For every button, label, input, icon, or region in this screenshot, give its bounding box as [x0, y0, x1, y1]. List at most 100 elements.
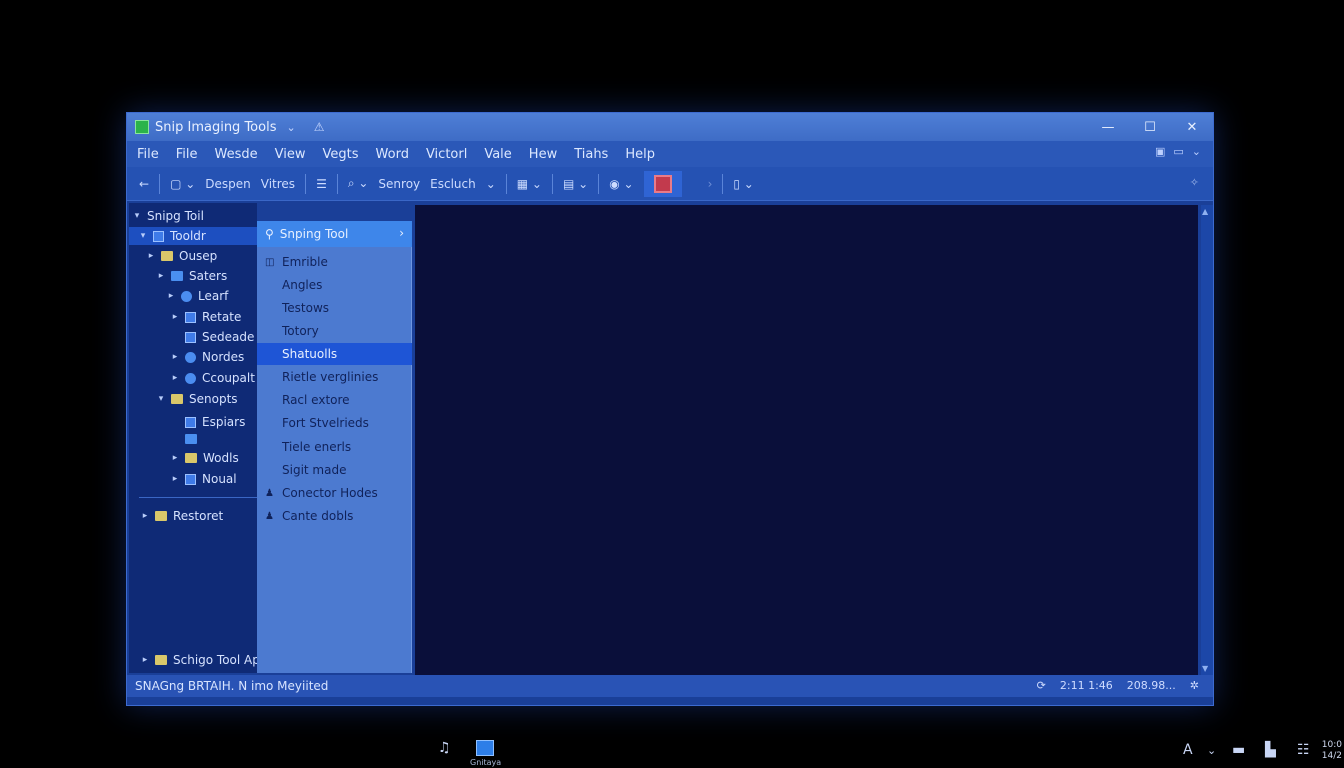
flyout-item[interactable]: ♟ Cante dobls — [257, 505, 412, 527]
toolbar-label-vitres[interactable]: Vitres — [261, 177, 295, 191]
menu-vale[interactable]: Vale — [484, 147, 511, 162]
flyout-item[interactable]: Tiele enerls — [257, 436, 412, 458]
flyout-item-highlighted[interactable]: Shatuolls — [257, 343, 412, 365]
folder-tree: ▾ Snipg Toil ▾ Tooldr ▸ Ousep ▸ Saters ▸ Lear… — [129, 203, 257, 673]
toolbar-label-despen[interactable]: Despen — [205, 177, 250, 191]
tree-item[interactable]: ▾ Senopts — [157, 390, 238, 408]
dropdown-chevron-icon[interactable]: ⌄ — [486, 177, 496, 191]
menu-word[interactable]: Word — [376, 147, 409, 162]
toolbar-separator — [305, 173, 307, 194]
toolbar-separator — [598, 173, 600, 194]
tree-item[interactable]: ▾ Snipg Toil — [133, 207, 204, 225]
flyout-item[interactable]: Totory — [257, 320, 412, 342]
forward-arrow-icon[interactable]: › — [708, 177, 713, 191]
flyout-item[interactable]: Sigit made — [257, 459, 412, 481]
menu-hew[interactable]: Hew — [529, 147, 557, 162]
menu-vegts[interactable]: Vegts — [323, 147, 359, 162]
link-icon: ⚲ — [265, 227, 274, 241]
screen-icon[interactable]: ▤ ⌄ — [563, 177, 588, 191]
tree-item[interactable]: ▸ Saters — [157, 267, 228, 285]
flyout-item[interactable]: Rietle verglinies — [257, 366, 412, 388]
tree-item[interactable]: ▸ Nordes — [171, 348, 245, 366]
font-icon[interactable]: A — [1183, 742, 1193, 758]
tree-item[interactable]: Espiars — [171, 413, 245, 431]
canvas-area[interactable] — [415, 205, 1198, 675]
back-arrow-icon[interactable]: ← — [139, 177, 149, 191]
app-window: Snip Imaging Tools ⌄ ⚠ — ☐ ✕ File File W… — [126, 112, 1214, 706]
menu-help[interactable]: Help — [625, 147, 655, 162]
scroll-up-icon[interactable]: ▲ — [1202, 207, 1208, 216]
person-icon: ♟ — [265, 487, 274, 499]
panel-icon[interactable]: ▣ — [1155, 145, 1165, 158]
folder-icon — [171, 394, 183, 404]
menu-victorl[interactable]: Victorl — [426, 147, 467, 162]
chevron-right-icon: › — [399, 226, 404, 240]
tree-item-bottom[interactable]: ▸ Schigo Tool Apr — [141, 653, 265, 667]
palette-icon[interactable]: ◉ ⌄ — [609, 177, 633, 191]
tree-item[interactable]: ▸ Noual — [171, 470, 237, 488]
flyout-item[interactable]: Angles — [257, 274, 412, 296]
tree-item[interactable]: ▸ Ousep — [147, 247, 218, 265]
globe-icon — [185, 351, 196, 363]
status-extra: 208.98... — [1126, 679, 1176, 692]
chevron-down-icon[interactable]: ⌄ — [1207, 744, 1216, 757]
new-document-icon[interactable]: ▢ ⌄ — [170, 177, 195, 191]
person-icon: ♟ — [265, 510, 274, 522]
list-icon[interactable]: ☰ — [316, 177, 327, 191]
settings-icon[interactable]: ✲ — [1190, 679, 1199, 692]
globe-icon — [181, 290, 192, 302]
toolbar-pin-icon[interactable]: ✧ — [1190, 176, 1199, 189]
menu-wesde[interactable]: Wesde — [215, 147, 258, 162]
flyout-item[interactable]: Testows — [257, 297, 412, 319]
menu-file-2[interactable]: File — [176, 147, 198, 162]
folder-icon[interactable]: ▙ — [1265, 742, 1276, 758]
menu-bar: File File Wesde View Vegts Word Victorl … — [127, 141, 1213, 167]
maximize-button[interactable]: ☐ — [1129, 113, 1171, 141]
flyout-item[interactable]: ♟ Conector Hodes — [257, 482, 412, 504]
window-controls: — ☐ ✕ — [1087, 113, 1213, 141]
toolbar-label-senroy[interactable]: Senroy — [378, 177, 420, 191]
clipboard-icon[interactable]: ▯ ⌄ — [733, 177, 753, 191]
notes-icon[interactable]: ☷ — [1297, 742, 1310, 758]
grid-icon — [185, 473, 196, 485]
vertical-scrollbar[interactable]: ▲ ▼ — [1201, 205, 1213, 675]
title-bar[interactable]: Snip Imaging Tools ⌄ ⚠ — ☐ ✕ — [127, 113, 1213, 141]
layout-icon[interactable]: ▭ — [1173, 145, 1183, 158]
status-time: 2:11 1:46 — [1059, 679, 1113, 692]
toolbar-separator — [552, 173, 553, 194]
color-button[interactable] — [643, 170, 682, 197]
menu-file[interactable]: File — [137, 147, 159, 162]
grid-icon[interactable]: ▦ ⌄ — [517, 177, 542, 191]
toolbar-label-escluch[interactable]: Escluch — [430, 177, 476, 191]
close-button[interactable]: ✕ — [1171, 113, 1213, 141]
flyout-item[interactable]: Racl extore — [257, 389, 412, 411]
taskbar — [0, 736, 1344, 768]
flyout-item[interactable]: Fort Stvelrieds — [257, 412, 412, 434]
tree-item[interactable]: Sedeade — [171, 328, 254, 346]
system-clock[interactable]: 10:0 14/2 — [1322, 740, 1342, 762]
taskbar-app-icon[interactable] — [476, 740, 494, 756]
chevron-down-icon[interactable]: ⌄ — [286, 121, 295, 134]
music-icon[interactable]: ♫ — [438, 740, 451, 756]
tree-item[interactable]: ▸ Retate — [171, 308, 242, 326]
sync-icon: ⟳ — [1036, 679, 1046, 692]
collapse-icon[interactable]: ⌄ — [1192, 145, 1201, 158]
flyout-item[interactable]: ◫ Emrible — [257, 251, 412, 273]
tree-item[interactable]: ▸ Wodls — [171, 449, 239, 467]
menu-view[interactable]: View — [275, 147, 306, 162]
minimize-button[interactable]: — — [1087, 113, 1129, 141]
chat-icon[interactable]: ▬ — [1232, 742, 1245, 758]
box-icon: ◫ — [265, 256, 275, 268]
tree-item[interactable]: ▸ Learf — [167, 287, 229, 305]
menu-tiahs[interactable]: Tiahs — [574, 147, 608, 162]
tree-item[interactable]: ▸ Restoret — [141, 507, 224, 525]
flyout-header[interactable]: ⚲ Snping Tool › — [257, 221, 412, 247]
tree-item-selected[interactable]: ▾ Tooldr — [129, 227, 257, 245]
scroll-down-icon[interactable]: ▼ — [1202, 664, 1208, 673]
warning-icon[interactable]: ⚠ — [314, 120, 325, 134]
search-icon[interactable]: ⌕ ⌄ — [348, 176, 369, 191]
toolbar-separator — [722, 173, 724, 194]
tree-item-folder[interactable] — [171, 430, 203, 448]
status-text: SNAGng BRTAIH. N imo Meyiited — [135, 679, 329, 693]
tree-item[interactable]: ▸ Ccoupalt — [171, 369, 255, 387]
